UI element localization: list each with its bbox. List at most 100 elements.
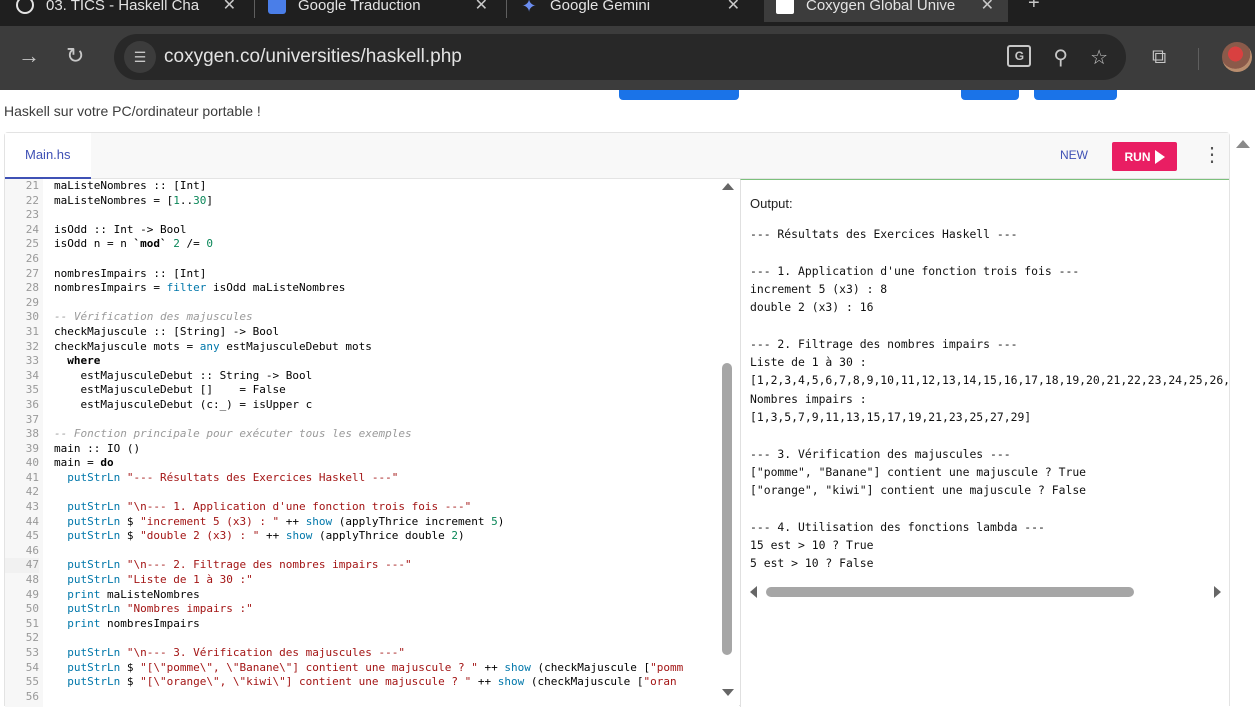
code-text[interactable]: -- Fonction principale pour exécuter tou… <box>54 427 412 442</box>
browser-tab-google-translate[interactable]: Google Traduction ✕ <box>268 0 500 22</box>
code-line[interactable]: 49 print maListeNombres <box>5 588 200 603</box>
code-line[interactable]: 53 putStrLn "\n--- 3. Vérification des m… <box>5 646 405 661</box>
code-text[interactable]: putStrLn $ "[\"orange\", \"kiwi\"] conti… <box>54 675 676 690</box>
code-text[interactable]: maListeNombres = [1..30] <box>54 194 213 209</box>
close-tab-icon[interactable]: ✕ <box>727 0 740 15</box>
code-line[interactable]: 21 maListeNombres :: [Int] <box>5 179 207 194</box>
scroll-thumb[interactable] <box>766 587 1134 597</box>
page-blue-button[interactable] <box>961 90 1019 100</box>
reload-icon[interactable]: ↻ <box>66 44 84 68</box>
close-tab-icon[interactable]: ✕ <box>223 0 236 15</box>
new-tab-button[interactable]: + <box>1028 0 1040 15</box>
code-line[interactable]: 56 <box>5 690 39 705</box>
scroll-left-arrow-icon[interactable] <box>750 586 757 598</box>
code-line[interactable]: 52 <box>5 631 39 646</box>
code-line[interactable]: 48 putStrLn "Liste de 1 à 30 :" <box>5 573 253 588</box>
code-line[interactable]: 46 <box>5 544 39 559</box>
code-text[interactable]: nombresImpairs :: [Int] <box>54 267 206 282</box>
code-text[interactable]: maListeNombres :: [Int] <box>54 179 206 194</box>
code-line[interactable]: 29 <box>5 296 39 311</box>
code-line[interactable]: 35 estMajusculeDebut [] = False <box>5 383 286 398</box>
page-blue-button[interactable] <box>619 90 739 100</box>
code-line[interactable]: 28 nombresImpairs = filter isOdd maListeN… <box>5 281 346 296</box>
browser-tab-gemini[interactable]: ✦ Google Gemini ✕ <box>520 0 752 22</box>
scroll-up-arrow-icon[interactable] <box>722 183 734 190</box>
close-tab-icon[interactable]: ✕ <box>475 0 488 15</box>
code-line[interactable]: 39 main :: IO () <box>5 442 140 457</box>
code-line[interactable]: 41 putStrLn "--- Résultats des Exercices… <box>5 471 399 486</box>
code-line[interactable]: 27 nombresImpairs :: [Int] <box>5 267 207 282</box>
code-line[interactable]: 36 estMajusculeDebut (c:_) = isUpper c <box>5 398 313 413</box>
code-text[interactable]: print nombresImpairs <box>54 617 199 632</box>
translate-icon[interactable]: G <box>1007 45 1032 67</box>
profile-avatar[interactable] <box>1222 42 1252 72</box>
code-line[interactable]: 23 <box>5 208 39 223</box>
code-line[interactable]: 22 maListeNombres = [1..30] <box>5 194 213 209</box>
code-line[interactable]: 32 checkMajuscule mots = any estMajuscule… <box>5 340 372 355</box>
code-text[interactable]: main :: IO () <box>54 442 140 457</box>
code-line[interactable]: 26 <box>5 252 39 267</box>
browser-tab-haskell-chat[interactable]: 03. TICS - Haskell Cha ✕ <box>16 0 248 22</box>
code-line[interactable]: 42 <box>5 485 39 500</box>
code-text[interactable]: putStrLn "Liste de 1 à 30 :" <box>54 573 252 588</box>
code-text[interactable]: putStrLn $ "increment 5 (x3) : " ++ show… <box>54 515 504 530</box>
code-line[interactable]: 37 <box>5 413 39 428</box>
code-line[interactable]: 50 putStrLn "Nombres impairs :" <box>5 602 253 617</box>
zoom-icon[interactable]: ⚲ <box>1053 45 1068 70</box>
scroll-right-arrow-icon[interactable] <box>1214 586 1221 598</box>
output-horizontal-scrollbar[interactable] <box>750 584 1226 600</box>
code-line[interactable]: 51 print nombresImpairs <box>5 617 200 632</box>
code-line[interactable]: 33 where <box>5 354 101 369</box>
scroll-thumb[interactable] <box>722 363 732 655</box>
code-line[interactable]: 55 putStrLn $ "[\"orange\", \"kiwi\"] co… <box>5 675 677 690</box>
code-text[interactable]: where <box>54 354 100 369</box>
code-text[interactable]: -- Vérification des majuscules <box>54 310 253 325</box>
code-text[interactable]: putStrLn "\n--- 2. Filtrage des nombres … <box>54 558 411 573</box>
code-text[interactable]: estMajusculeDebut (c:_) = isUpper c <box>54 398 312 413</box>
bookmark-star-icon[interactable]: ☆ <box>1090 45 1108 70</box>
code-line[interactable]: 31 checkMajuscule :: [String] -> Bool <box>5 325 279 340</box>
extensions-icon[interactable]: ⧉ <box>1152 46 1166 69</box>
scroll-up-arrow-icon[interactable] <box>1236 140 1250 148</box>
code-line[interactable]: 34 estMajusculeDebut :: String -> Bool <box>5 369 313 384</box>
browser-tab-coxygen[interactable]: Coxygen Global Unive ✕ <box>764 0 1008 22</box>
code-text[interactable]: isOdd :: Int -> Bool <box>54 223 186 238</box>
code-text[interactable]: putStrLn "Nombres impairs :" <box>54 602 252 617</box>
code-text[interactable]: putStrLn $ "double 2 (x3) : " ++ show (a… <box>54 529 464 544</box>
url-text[interactable]: coxygen.co/universities/haskell.php <box>164 46 462 68</box>
code-text[interactable]: nombresImpairs = filter isOdd maListeNom… <box>54 281 345 296</box>
code-line[interactable]: 54 putStrLn $ "[\"pomme\", \"Banane\"] c… <box>5 661 683 676</box>
code-text[interactable]: checkMajuscule :: [String] -> Bool <box>54 325 279 340</box>
file-tab-main[interactable]: Main.hs <box>5 133 91 179</box>
code-text[interactable]: putStrLn $ "[\"pomme\", \"Banane\"] cont… <box>54 661 683 676</box>
scroll-down-arrow-icon[interactable] <box>722 689 734 696</box>
close-tab-icon[interactable]: ✕ <box>981 0 994 15</box>
page-vertical-scrollbar[interactable] <box>1231 132 1255 706</box>
code-lines[interactable]: 21 maListeNombres :: [Int] 22 maListeNombre… <box>5 179 683 705</box>
site-settings-icon[interactable]: ☰ <box>124 41 156 73</box>
code-line[interactable]: 47 putStrLn "\n--- 2. Filtrage des nombr… <box>5 558 412 574</box>
code-line[interactable]: 44 putStrLn $ "increment 5 (x3) : " ++ s… <box>5 515 505 530</box>
code-text[interactable]: estMajusculeDebut :: String -> Bool <box>54 369 312 384</box>
back-icon[interactable]: → <box>18 44 40 68</box>
address-bar[interactable]: ☰ coxygen.co/universities/haskell.php G … <box>114 34 1126 80</box>
code-line[interactable]: 25 isOdd n = n `mod` 2 /= 0 <box>5 237 213 252</box>
code-text[interactable]: putStrLn "\n--- 3. Vérification des maju… <box>54 646 405 661</box>
code-area[interactable]: 21 maListeNombres :: [Int] 22 maListeNombre… <box>5 179 739 707</box>
code-line[interactable]: 43 putStrLn "\n--- 1. Application d'une … <box>5 500 471 515</box>
code-text[interactable]: putStrLn "--- Résultats des Exercices Ha… <box>54 471 398 486</box>
code-text[interactable]: checkMajuscule mots = any estMajusculeDe… <box>54 340 372 355</box>
new-button[interactable]: NEW <box>1060 148 1088 162</box>
code-line[interactable]: 45 putStrLn $ "double 2 (x3) : " ++ show… <box>5 529 465 544</box>
code-line[interactable]: 38 -- Fonction principale pour exécuter t… <box>5 427 412 442</box>
more-options-icon[interactable]: ⋮ <box>1202 145 1222 165</box>
code-line[interactable]: 30 -- Vérification des majuscules <box>5 310 253 325</box>
code-text[interactable]: putStrLn "\n--- 1. Application d'une fon… <box>54 500 471 515</box>
code-text[interactable]: estMajusculeDebut [] = False <box>54 383 285 398</box>
code-line[interactable]: 40 main = do <box>5 456 114 471</box>
code-text[interactable]: print maListeNombres <box>54 588 199 603</box>
editor-vertical-scrollbar[interactable] <box>720 179 736 707</box>
code-text[interactable]: isOdd n = n `mod` 2 /= 0 <box>54 237 213 252</box>
page-blue-button[interactable] <box>1034 90 1117 100</box>
code-line[interactable]: 24 isOdd :: Int -> Bool <box>5 223 187 238</box>
